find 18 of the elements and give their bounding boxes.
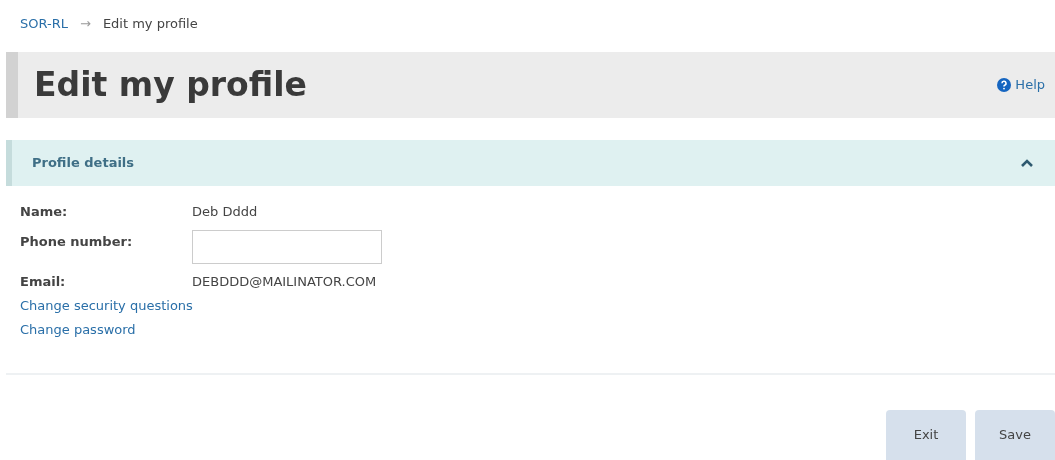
breadcrumb-link[interactable]: SOR-RL <box>20 14 68 34</box>
section-header[interactable]: Profile details <box>6 140 1055 186</box>
breadcrumb-separator: → <box>79 15 91 34</box>
action-button[interactable]: Save <box>975 410 1055 460</box>
profile-link[interactable]: Change password <box>20 319 136 339</box>
field-value: Deb Dddd <box>192 203 259 221</box>
help-icon <box>997 78 1012 92</box>
page-title: Edit my profile <box>33 64 307 107</box>
profile-link[interactable]: Change security questions <box>20 296 193 316</box>
field-value: DEBDDD@MAILINATOR.COM <box>192 273 378 291</box>
field-label: Phone number: <box>20 233 134 251</box>
action-button[interactable]: Exit <box>886 410 966 460</box>
phone-input-field[interactable] <box>192 230 382 264</box>
breadcrumb-current: Edit my profile <box>102 15 198 34</box>
field-label: Email: <box>20 273 67 291</box>
field-label: Name: <box>20 203 69 221</box>
section-title: Profile details <box>32 154 135 173</box>
help-link[interactable]: Help <box>997 75 1045 95</box>
